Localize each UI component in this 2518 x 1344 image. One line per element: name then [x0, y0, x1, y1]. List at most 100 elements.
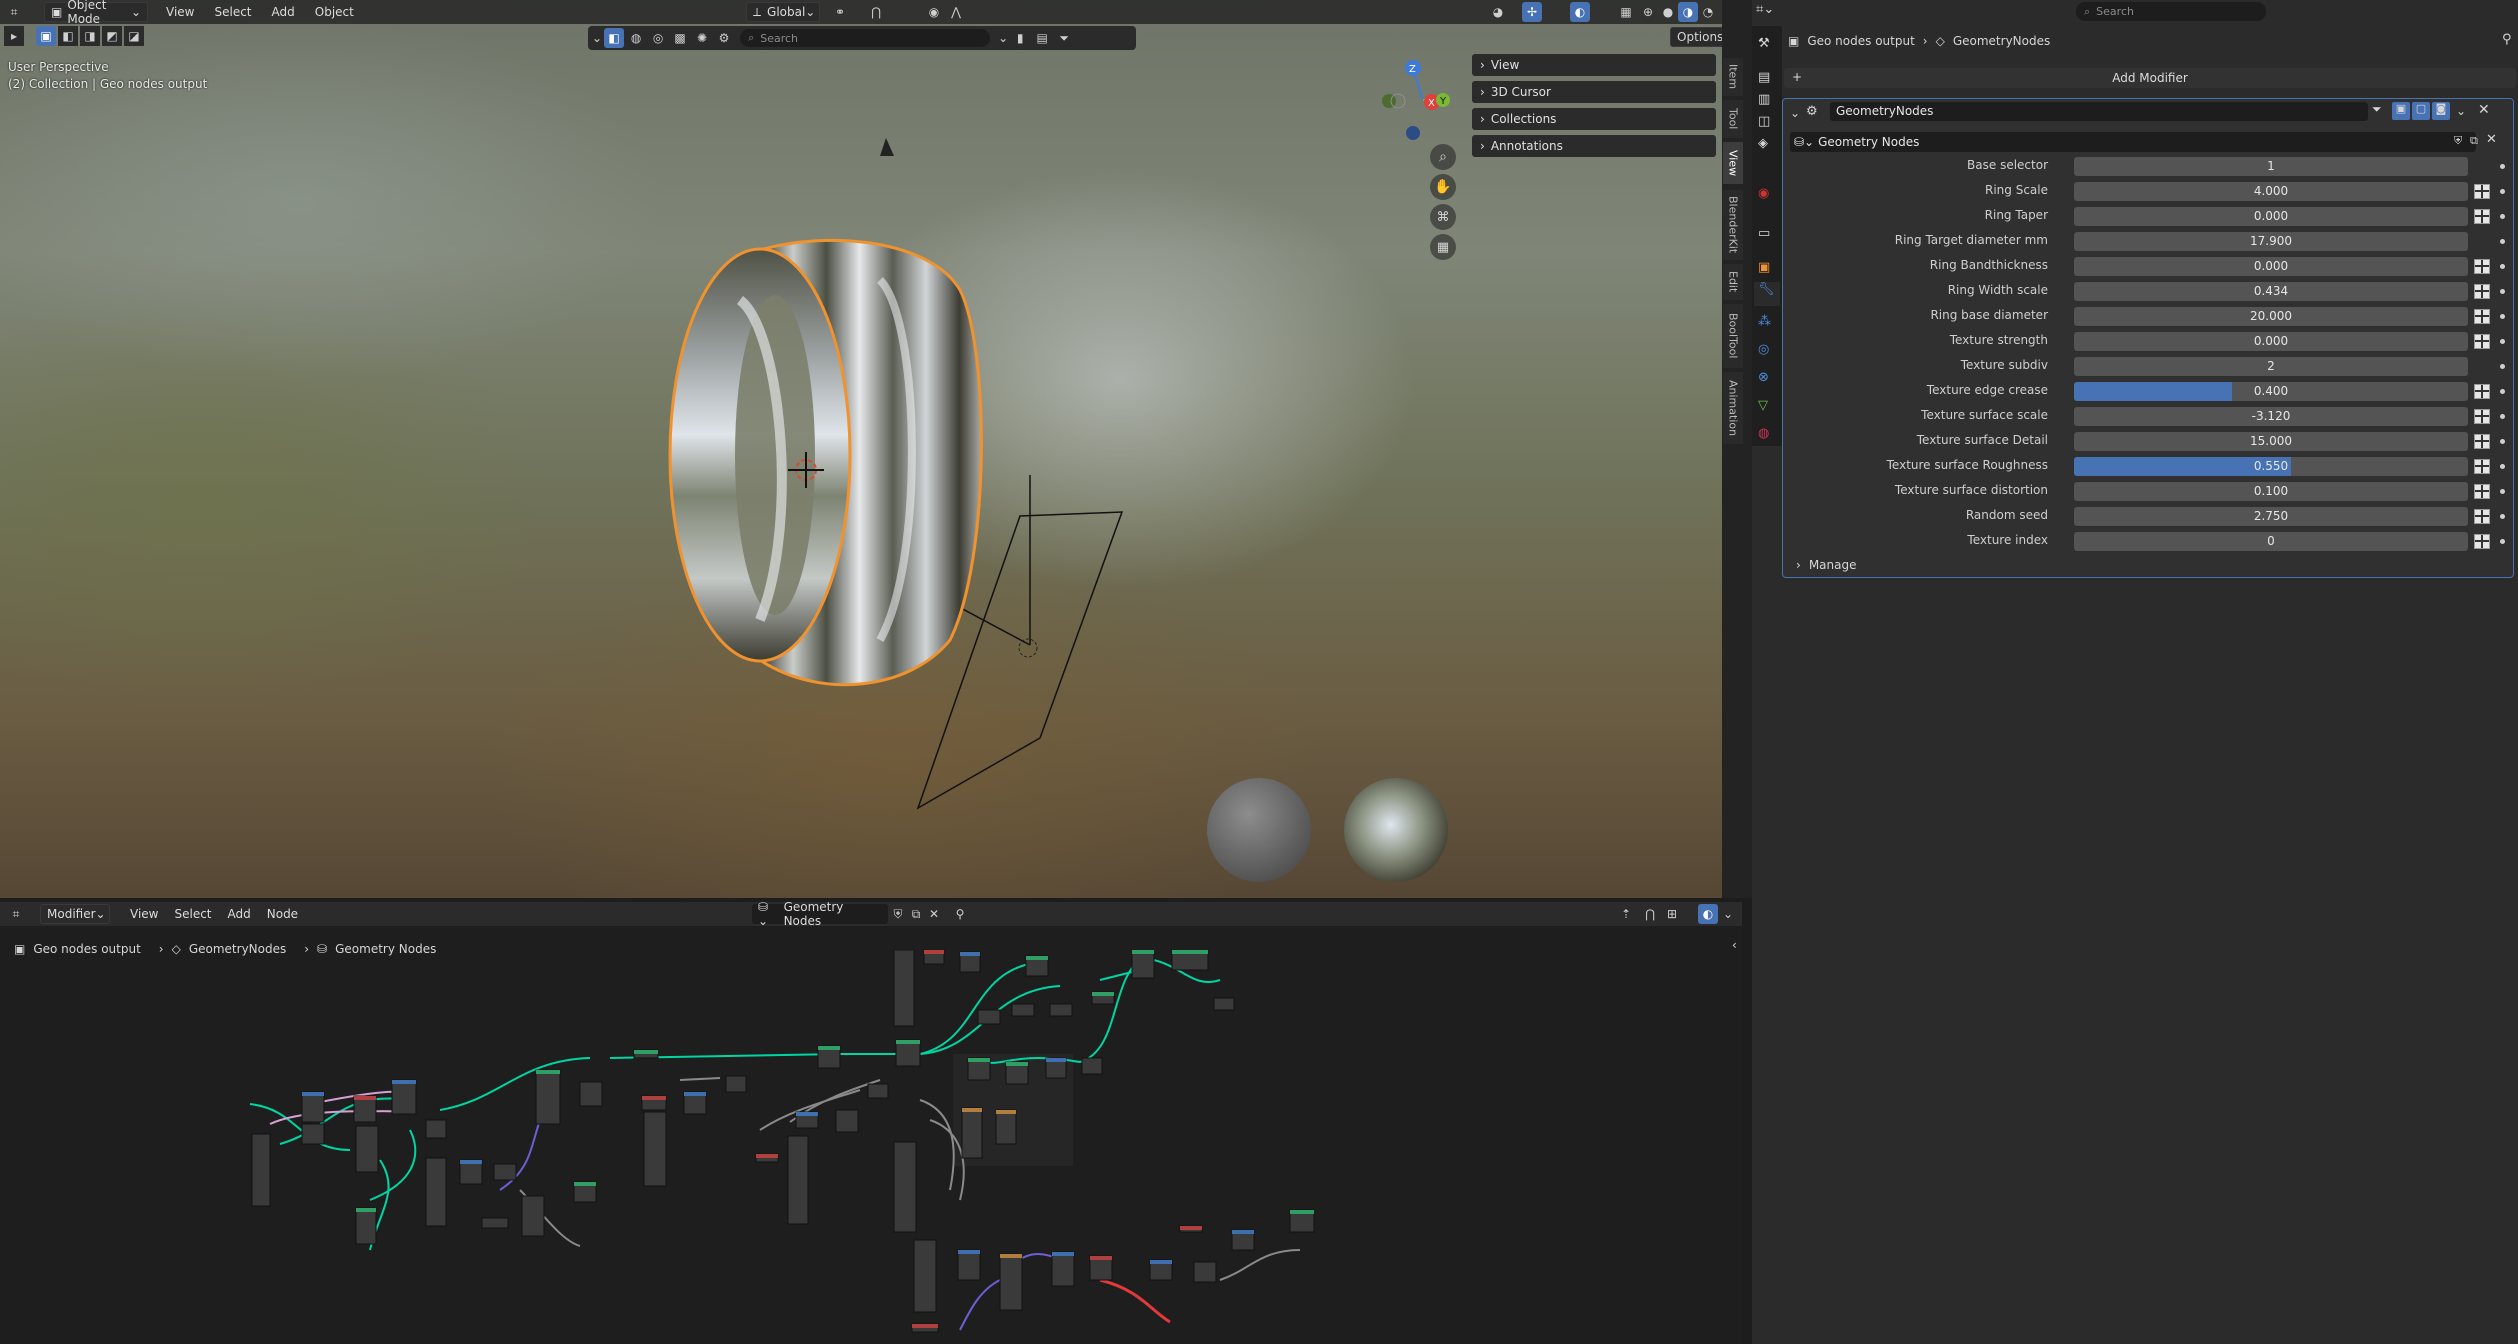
scene-canvas[interactable]: Z X Y	[0, 0, 1722, 898]
3d-viewport[interactable]: ⌗ ▣ Object Mode ⌄ View Select Add Object…	[0, 0, 1722, 898]
menu-select[interactable]: Select	[168, 904, 217, 924]
keyframe-dot-icon[interactable]	[2500, 289, 2505, 294]
camera-view-icon[interactable]: ⌘	[1430, 204, 1456, 230]
menu-view[interactable]: View	[124, 904, 164, 924]
attribute-toggle-icon[interactable]	[2474, 484, 2490, 499]
tab-edit[interactable]: Edit	[1723, 264, 1743, 300]
viewport-toggle-icon[interactable]: ▢	[2412, 102, 2430, 120]
geometry-nodes-modifier-icon[interactable]: ⚙	[1806, 104, 1818, 119]
param-value-field[interactable]: 0.550	[2074, 457, 2468, 476]
param-value-field[interactable]: 0.000	[2074, 207, 2468, 226]
node-tree-selector[interactable]: ⛁⌄ Geometry Nodes	[752, 900, 888, 928]
attribute-toggle-icon[interactable]	[2474, 209, 2490, 224]
attribute-toggle-icon[interactable]	[2474, 284, 2490, 299]
keyframe-dot-icon[interactable]	[2500, 314, 2505, 319]
param-value-field[interactable]: 0.434	[2074, 282, 2468, 301]
cage-toggle-icon[interactable]: ▣	[2392, 102, 2410, 120]
keyframe-dot-icon[interactable]	[2500, 239, 2505, 244]
delete-modifier-icon[interactable]: ✕	[2478, 102, 2490, 118]
keyframe-dot-icon[interactable]	[2500, 189, 2505, 194]
tool-tab-icon[interactable]: ⚒	[1758, 36, 1770, 51]
menu-add[interactable]: Add	[222, 904, 257, 924]
keyframe-dot-icon[interactable]	[2500, 339, 2505, 344]
keyframe-dot-icon[interactable]	[2500, 364, 2505, 369]
attribute-toggle-icon[interactable]	[2474, 459, 2490, 474]
tab-view[interactable]: View	[1723, 142, 1743, 184]
attribute-toggle-icon[interactable]	[2474, 534, 2490, 549]
tab-animation[interactable]: Animation	[1723, 372, 1743, 444]
attribute-toggle-icon[interactable]	[2474, 384, 2490, 399]
panel-view[interactable]: › View	[1472, 54, 1716, 76]
node-group-selector[interactable]: ⛁⌄ Geometry Nodes	[1790, 132, 2476, 152]
param-value-field[interactable]: 1	[2074, 157, 2468, 176]
keyframe-dot-icon[interactable]	[2500, 514, 2505, 519]
attribute-toggle-icon[interactable]	[2474, 509, 2490, 524]
param-value-field[interactable]: 0.000	[2074, 332, 2468, 351]
snap-icon[interactable]: ⋂	[1640, 904, 1660, 924]
unlink-icon[interactable]: ✕	[924, 904, 944, 924]
overlay-toggle-icon[interactable]: ◐	[1698, 904, 1718, 924]
render-tab-icon[interactable]: ▤	[1758, 70, 1770, 85]
keyframe-dot-icon[interactable]	[2500, 164, 2505, 169]
scene-tab-icon[interactable]: ◈	[1758, 136, 1768, 151]
menu-node[interactable]: Node	[261, 904, 304, 924]
keyframe-dot-icon[interactable]	[2500, 389, 2505, 394]
attribute-toggle-icon[interactable]	[2474, 184, 2490, 199]
modifier-menu-icon[interactable]: ⌄	[2456, 104, 2466, 118]
manage-subpanel[interactable]: › Manage	[1796, 558, 1856, 572]
attribute-toggle-icon[interactable]	[2474, 434, 2490, 449]
pan-hand-icon[interactable]: ✋	[1430, 174, 1456, 200]
modifier-name-field[interactable]: GeometryNodes	[1830, 102, 2368, 121]
panel-annotations[interactable]: › Annotations	[1472, 135, 1716, 157]
param-value-field[interactable]: 2	[2074, 357, 2468, 376]
keyframe-dot-icon[interactable]	[2500, 539, 2505, 544]
keyframe-dot-icon[interactable]	[2500, 214, 2505, 219]
panel-collections[interactable]: › Collections	[1472, 108, 1716, 130]
perspective-grid-icon[interactable]: ▦	[1430, 234, 1456, 260]
keyframe-dot-icon[interactable]	[2500, 264, 2505, 269]
snap-mode-icon[interactable]: ⊞	[1662, 904, 1682, 924]
properties-editor-type-icon[interactable]: ⌗⌄	[1756, 2, 1780, 22]
view-layer-tab-icon[interactable]: ◫	[1758, 114, 1770, 129]
param-value-field[interactable]: 15.000	[2074, 432, 2468, 451]
node-graph-canvas[interactable]	[0, 950, 1742, 1344]
chevron-left-icon[interactable]: ‹	[1732, 938, 1737, 952]
chevron-down-icon[interactable]: ⌄	[1718, 904, 1738, 924]
duplicate-icon[interactable]: ⧉	[2470, 134, 2478, 148]
properties-search-field[interactable]: ⌕ Search	[2076, 2, 2266, 21]
param-value-field[interactable]: 0	[2074, 532, 2468, 551]
add-modifier-button[interactable]: + Add Modifier	[1784, 68, 2516, 88]
modifier-collapse-icon[interactable]: ⌄	[1790, 106, 1800, 120]
param-value-field[interactable]: 0.000	[2074, 257, 2468, 276]
tab-blenderkit[interactable]: BlenderKit	[1723, 190, 1743, 260]
attribute-toggle-icon[interactable]	[2474, 259, 2490, 274]
tab-booltool[interactable]: BoolTool	[1723, 304, 1743, 368]
param-value-field[interactable]: 20.000	[2074, 307, 2468, 326]
panel-3d-cursor[interactable]: › 3D Cursor	[1472, 81, 1716, 103]
tab-tool[interactable]: Tool	[1723, 100, 1743, 138]
param-value-field[interactable]: 4.000	[2074, 182, 2468, 201]
keyframe-dot-icon[interactable]	[2500, 414, 2505, 419]
fake-user-icon[interactable]: ⛨	[888, 904, 908, 924]
tab-item[interactable]: Item	[1723, 58, 1743, 96]
param-value-field[interactable]: 2.750	[2074, 507, 2468, 526]
attribute-toggle-icon[interactable]	[2474, 334, 2490, 349]
param-value-field[interactable]: -3.120	[2074, 407, 2468, 426]
keyframe-dot-icon[interactable]	[2500, 464, 2505, 469]
editor-type-icon[interactable]: ⌗	[6, 904, 26, 924]
param-value-field[interactable]: 0.100	[2074, 482, 2468, 501]
attribute-toggle-icon[interactable]	[2474, 409, 2490, 424]
keyframe-dot-icon[interactable]	[2500, 489, 2505, 494]
output-tab-icon[interactable]: ▥	[1758, 92, 1770, 107]
attribute-toggle-icon[interactable]	[2474, 309, 2490, 324]
edit-mode-toggle-icon[interactable]: ⏷	[2372, 102, 2390, 121]
parent-node-tree-icon[interactable]: ⇡	[1616, 904, 1636, 924]
keyframe-dot-icon[interactable]	[2500, 439, 2505, 444]
duplicate-icon[interactable]: ⧉	[906, 904, 926, 924]
unlink-icon[interactable]: ✕	[2486, 132, 2497, 147]
param-value-field[interactable]: 0.400	[2074, 382, 2468, 401]
zoom-icon[interactable]: ⌕	[1430, 144, 1456, 170]
node-type-dropdown[interactable]: Modifier ⌄	[40, 904, 110, 924]
pin-icon[interactable]: ⚲	[2502, 32, 2512, 47]
render-toggle-icon[interactable]: ◙	[2432, 102, 2450, 120]
